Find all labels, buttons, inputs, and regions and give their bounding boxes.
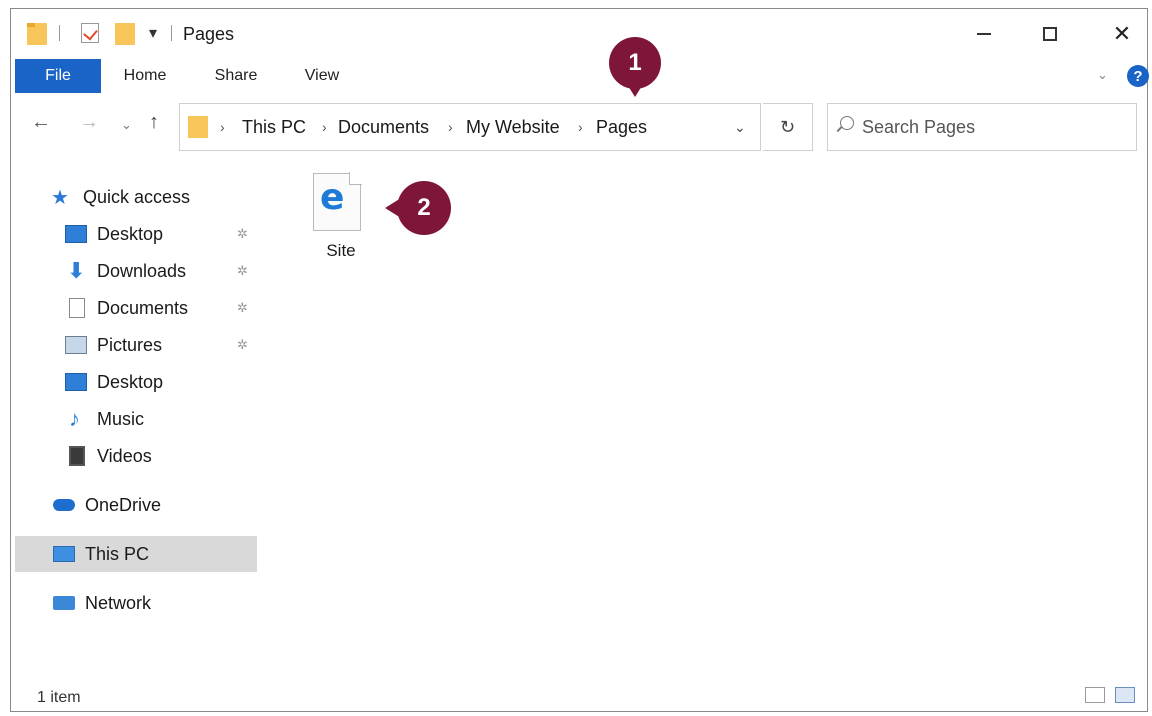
sidebar-item-label: Videos (97, 445, 152, 466)
tab-share[interactable]: Share (203, 59, 269, 93)
file-name: Site (326, 241, 356, 260)
breadcrumb-separator[interactable]: › (578, 119, 583, 135)
folder-icon (188, 116, 208, 138)
pin-icon[interactable]: ✲ (237, 300, 248, 316)
help-icon[interactable]: ? (1127, 65, 1149, 87)
sidebar-item-downloads[interactable]: ⬇ Downloads ✲ (15, 253, 257, 289)
new-folder-icon[interactable] (115, 23, 135, 45)
sidebar-item-label: Desktop (97, 371, 164, 392)
recent-locations-button[interactable]: ⌄ (121, 117, 132, 133)
star-icon: ★ (51, 186, 69, 209)
expand-ribbon-icon[interactable]: ⌄ (1097, 67, 1108, 83)
sidebar-item-quick-access[interactable]: ★ Quick access (15, 179, 257, 215)
folder-icon (27, 23, 47, 45)
desktop-icon (65, 225, 87, 243)
pin-icon[interactable]: ✲ (237, 337, 248, 353)
sidebar-item-this-pc[interactable]: This PC (15, 536, 257, 572)
file-item-site[interactable]: e Site (305, 167, 377, 271)
status-bar: 1 item (11, 679, 1147, 713)
up-button[interactable]: ↑ (149, 111, 159, 134)
search-box[interactable] (827, 103, 1137, 151)
tab-file[interactable]: File (15, 59, 101, 93)
sidebar-item-onedrive[interactable]: OneDrive (15, 487, 257, 523)
sidebar-item-label: Quick access (83, 186, 191, 207)
edge-logo-icon: e (320, 177, 345, 218)
pin-icon[interactable]: ✲ (237, 226, 248, 242)
properties-icon[interactable] (81, 23, 99, 43)
desktop-icon (65, 373, 87, 391)
sidebar-item-label: Documents (97, 297, 189, 318)
customize-quick-access-icon[interactable]: ▾ (149, 23, 157, 43)
refresh-button[interactable]: ↻ (763, 103, 813, 151)
sidebar-item-label: Downloads (97, 260, 187, 281)
this-pc-icon (53, 546, 75, 562)
edge-html-file-icon: e (313, 172, 362, 231)
navigation-bar: ← → ⌄ ↑ › This PC › Documents › My Websi… (11, 99, 1147, 151)
details-view-icon[interactable] (1085, 687, 1105, 703)
breadcrumb-separator[interactable]: › (322, 119, 327, 135)
sidebar-item-music[interactable]: ♪ Music (15, 401, 257, 437)
search-input[interactable] (862, 112, 1122, 142)
breadcrumb-separator[interactable]: › (448, 119, 453, 135)
forward-button[interactable]: → (79, 111, 99, 134)
window-title: Pages (183, 24, 235, 44)
tab-view[interactable]: View (291, 59, 353, 93)
sidebar-item-network[interactable]: Network (15, 585, 257, 621)
breadcrumb-separator[interactable]: › (220, 119, 225, 135)
sidebar-item-documents[interactable]: Documents ✲ (15, 290, 257, 326)
onedrive-icon (53, 499, 75, 511)
music-icon: ♪ (69, 406, 80, 431)
ribbon-tabs: File Home Share View ⌄ ? (11, 59, 1149, 93)
breadcrumb-documents[interactable]: Documents (338, 117, 429, 138)
file-explorer-window: ▾ Pages ✕ File Home Share View ⌄ ? ← → ⌄… (10, 8, 1149, 713)
tab-home[interactable]: Home (109, 59, 181, 93)
address-bar[interactable]: › This PC › Documents › My Website › Pag… (179, 103, 761, 151)
sidebar-item-videos[interactable]: Videos (15, 438, 257, 474)
large-icons-view-icon[interactable] (1115, 687, 1135, 703)
videos-icon (69, 446, 85, 466)
search-icon (840, 116, 854, 130)
sidebar-item-label: OneDrive (85, 494, 162, 515)
pictures-icon (65, 336, 87, 354)
callout-marker-2: 2 (385, 181, 451, 235)
title-bar: ▾ Pages ✕ (11, 9, 1147, 59)
address-dropdown-icon[interactable]: ⌄ (734, 119, 746, 136)
divider (171, 25, 172, 41)
sidebar-item-label: Desktop (97, 223, 164, 244)
back-button[interactable]: ← (31, 111, 51, 134)
sidebar-item-pictures[interactable]: Pictures ✲ (15, 327, 257, 363)
breadcrumb-this-pc[interactable]: This PC (242, 117, 306, 138)
navigation-pane: ★ Quick access Desktop ✲ ⬇ Downloads ✲ D… (15, 169, 257, 649)
callout-marker-1: 1 (609, 37, 661, 97)
sidebar-item-label: Music (97, 408, 145, 429)
breadcrumb-my-website[interactable]: My Website (466, 117, 560, 138)
sidebar-item-label: Network (85, 592, 152, 613)
sidebar-item-desktop[interactable]: Desktop (15, 364, 257, 400)
item-count: 1 item (37, 689, 81, 706)
sidebar-item-label: Pictures (97, 334, 163, 355)
download-icon: ⬇ (67, 258, 86, 283)
maximize-button[interactable] (1027, 9, 1073, 59)
close-button[interactable]: ✕ (1099, 9, 1145, 59)
network-icon (53, 596, 75, 610)
pin-icon[interactable]: ✲ (237, 263, 248, 279)
minimize-icon (977, 33, 991, 35)
sidebar-item-label: This PC (85, 543, 150, 564)
divider (59, 25, 60, 41)
breadcrumb-pages[interactable]: Pages (596, 117, 647, 138)
minimize-button[interactable] (961, 9, 1007, 59)
maximize-icon (1043, 27, 1057, 41)
sidebar-item-desktop[interactable]: Desktop ✲ (15, 216, 257, 252)
documents-icon (69, 298, 85, 318)
